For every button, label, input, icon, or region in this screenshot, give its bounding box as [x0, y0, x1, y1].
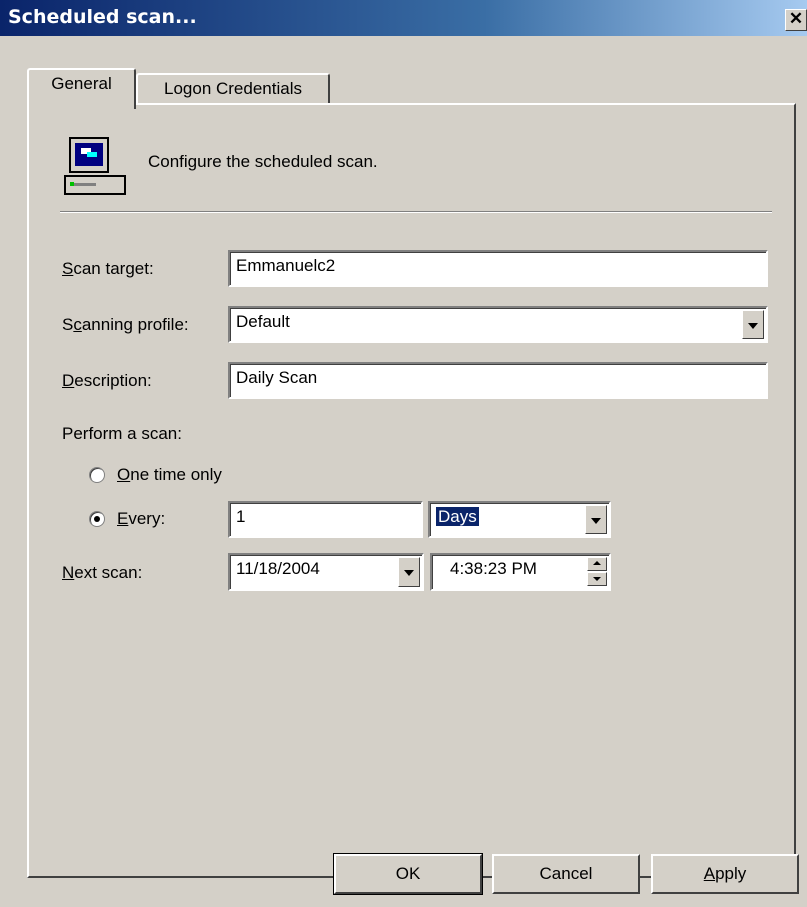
tab-logon-credentials[interactable]: Logon Credentials	[136, 73, 330, 105]
description-input[interactable]: Daily Scan	[228, 362, 768, 399]
header-text: Configure the scheduled scan.	[148, 152, 378, 171]
every-interval-input[interactable]: 1	[228, 501, 423, 538]
tab-general[interactable]: General	[27, 68, 136, 109]
one-time-label[interactable]: One time only	[117, 465, 222, 485]
perform-scan-label: Perform a scan:	[62, 424, 182, 443]
window-title: Scheduled scan...	[8, 6, 197, 28]
chevron-down-icon[interactable]	[742, 310, 764, 339]
header-divider	[60, 211, 772, 213]
unit-selected-text: Days	[435, 506, 480, 527]
close-icon: ✕	[788, 9, 804, 28]
every-radio[interactable]	[89, 511, 105, 527]
chevron-down-icon[interactable]	[585, 505, 607, 534]
scan-target-label: Scan target:	[62, 259, 154, 278]
scanning-profile-label: Scanning profile:	[62, 315, 189, 334]
next-scan-date-picker[interactable]: 11/18/2004	[228, 553, 424, 591]
chevron-down-icon[interactable]	[398, 557, 420, 587]
next-scan-label: Next scan:	[62, 563, 143, 582]
cancel-button[interactable]: Cancel	[492, 854, 640, 894]
radio-selected-dot	[94, 516, 100, 522]
next-scan-time-input[interactable]: 4:38:23 PM	[430, 553, 611, 591]
computer-icon	[64, 137, 126, 195]
spin-down-icon[interactable]	[587, 572, 607, 586]
time-spinner[interactable]	[587, 557, 607, 587]
title-bar: Scheduled scan... ✕	[0, 0, 807, 36]
every-unit-select[interactable]: Days	[428, 501, 611, 538]
close-button[interactable]: ✕	[785, 9, 807, 31]
scanning-profile-select[interactable]: Default	[228, 306, 768, 343]
one-time-radio[interactable]	[89, 467, 105, 483]
spin-up-icon[interactable]	[587, 557, 607, 571]
ok-button[interactable]: OK	[333, 853, 483, 895]
apply-button[interactable]: Apply	[651, 854, 799, 894]
every-label[interactable]: Every:	[117, 509, 165, 529]
scan-target-input[interactable]: Emmanuelc2	[228, 250, 768, 287]
tab-panel-general	[27, 103, 796, 878]
description-label: Description:	[62, 371, 152, 390]
